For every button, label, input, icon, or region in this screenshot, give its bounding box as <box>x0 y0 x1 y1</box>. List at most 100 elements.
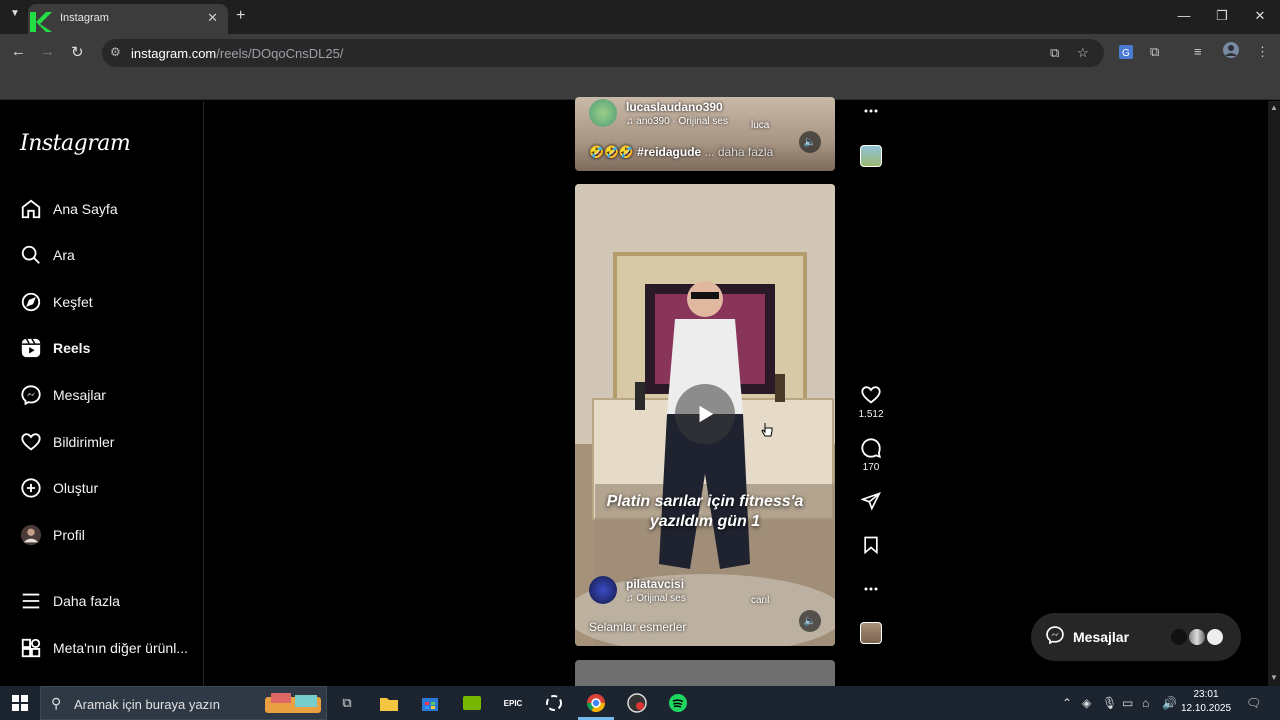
sidebar-item-profile[interactable]: Profil <box>18 518 85 552</box>
site-info-icon[interactable]: ⚙ <box>110 45 121 59</box>
chrome-icon[interactable] <box>585 692 607 714</box>
forward-icon[interactable]: → <box>40 43 55 60</box>
reel-audio[interactable]: ♫ Orijinal ses <box>626 593 686 604</box>
avatar[interactable] <box>589 99 617 127</box>
volume-icon[interactable]: 🔈 <box>799 610 821 632</box>
avatar <box>1187 627 1207 647</box>
browser-toolbar: ← → ↻ ⚙ instagram.com/reels/DOqoCnsDL25/… <box>0 34 1280 72</box>
reel-current[interactable]: Platin sarılar için fitness'a yazıldım g… <box>575 184 835 646</box>
comment-count: 170 <box>862 462 880 473</box>
sidebar-item-label: Bildirimler <box>53 434 115 450</box>
plus-square-icon <box>18 475 44 501</box>
media-control-icon[interactable]: ≡ <box>1194 44 1202 59</box>
url-text[interactable]: instagram.com/reels/DOqoCnsDL25/ <box>131 46 343 61</box>
compass-icon <box>18 289 44 315</box>
sidebar-item-label: Meta'nın diğer ürünl... <box>53 640 188 656</box>
task-view-icon[interactable]: ⧉ <box>336 692 358 714</box>
page-scrollbar[interactable]: ▲ ▼ <box>1268 101 1280 686</box>
home-icon <box>18 196 44 222</box>
epic-games-icon[interactable]: EPIC <box>502 692 524 714</box>
new-tab-icon[interactable]: + <box>236 7 245 25</box>
reel-audio-extra: canl <box>751 595 770 606</box>
store-icon[interactable] <box>419 692 441 714</box>
sidebar-item-meta-products[interactable]: Meta'nın diğer ürünl... <box>18 631 188 665</box>
reel-author[interactable]: pilatavcisi ♫ Orijinal ses <box>589 576 686 604</box>
play-button[interactable] <box>675 384 735 444</box>
like-button[interactable]: 1.512 <box>855 384 887 420</box>
comment-icon <box>861 438 882 459</box>
volume-icon[interactable]: 🔈 <box>799 131 821 153</box>
sidebar-item-label: Ana Sayfa <box>53 201 118 217</box>
sidebar-item-home[interactable]: Ana Sayfa <box>18 192 118 226</box>
profile-avatar[interactable] <box>1222 41 1240 62</box>
sidebar-item-messages[interactable]: Mesajlar <box>18 378 106 412</box>
network-icon[interactable]: ⌂ <box>1142 696 1149 710</box>
reel-username[interactable]: pilatavcisi <box>626 577 686 591</box>
reel-author[interactable]: lucaslaudano390 ♫ ano390 · Orijinal ses <box>589 99 728 127</box>
volume-icon[interactable]: 🔊 <box>1162 696 1177 710</box>
more-link[interactable]: ... daha fazla <box>705 145 774 159</box>
sidebar-item-label: Daha fazla <box>53 593 120 609</box>
heart-icon <box>18 429 44 455</box>
translate-icon[interactable]: G <box>1118 44 1134 63</box>
back-icon[interactable]: ← <box>11 43 26 60</box>
sidebar-item-label: Ara <box>53 247 75 263</box>
app-loader-icon[interactable] <box>543 692 565 714</box>
address-bar[interactable]: ⚙ instagram.com/reels/DOqoCnsDL25/ ⧉ ☆ <box>102 39 1104 67</box>
taskbar-search[interactable]: ⚲ Aramak için buraya yazın <box>40 686 327 720</box>
microphone-icon[interactable]: 🎙 <box>1102 696 1117 710</box>
instagram-logo[interactable]: Instagram <box>20 131 131 156</box>
close-window-icon[interactable]: ✕ <box>1250 8 1270 24</box>
mouse-cursor-icon <box>761 423 773 437</box>
system-clock[interactable]: 23:01 12.10.2025 <box>1180 688 1232 716</box>
sidebar: Instagram Ana Sayfa Ara Keşfet Reels Mes… <box>0 101 204 686</box>
minimize-icon[interactable]: — <box>1174 8 1194 23</box>
battery-icon[interactable]: ▭ <box>1122 696 1133 710</box>
more-options-icon[interactable] <box>855 581 887 597</box>
reel-caption: Selamlar esmerler <box>589 620 687 634</box>
browser-tab[interactable]: 5 Instagram ✕ <box>28 4 228 34</box>
security-icon[interactable]: ◈ <box>1082 696 1091 710</box>
reel-username[interactable]: lucaslaudano390 <box>626 100 728 114</box>
search-icon: ⚲ <box>51 695 62 711</box>
nvidia-icon[interactable] <box>461 692 483 714</box>
comment-button[interactable]: 170 <box>855 437 887 473</box>
apps-icon <box>18 635 44 661</box>
reel-audio[interactable]: ♫ ano390 · Orijinal ses <box>626 116 728 127</box>
sidebar-item-notifications[interactable]: Bildirimler <box>18 425 114 459</box>
bookmark-star-icon[interactable]: ☆ <box>1077 45 1089 61</box>
share-button[interactable] <box>855 491 887 511</box>
tab-close-icon[interactable]: ✕ <box>207 10 218 26</box>
tab-search-icon[interactable]: ▼ <box>10 8 20 19</box>
install-app-icon[interactable]: ⧉ <box>1050 45 1059 61</box>
menu-icon <box>18 588 44 614</box>
spotify-icon[interactable] <box>667 692 689 714</box>
more-options-icon[interactable] <box>855 103 887 119</box>
file-explorer-icon[interactable] <box>378 692 400 714</box>
tray-chevron-icon[interactable]: ⌃ <box>1062 696 1072 710</box>
messenger-icon <box>1045 625 1065 650</box>
sidebar-item-explore[interactable]: Keşfet <box>18 285 93 319</box>
audio-thumbnail[interactable] <box>855 145 887 167</box>
messages-pill[interactable]: Mesajlar <box>1031 613 1241 661</box>
windows-start-icon[interactable] <box>9 692 31 714</box>
avatar[interactable] <box>589 576 617 604</box>
sidebar-item-search[interactable]: Ara <box>18 238 75 272</box>
avatar <box>1169 627 1189 647</box>
browser-tab-bar: ▼ 5 Instagram ✕ + — ❐ ✕ <box>0 0 1280 34</box>
kebab-menu-icon[interactable]: ⋮ <box>1256 44 1269 60</box>
sidebar-item-more[interactable]: Daha fazla <box>18 584 120 618</box>
like-count: 1.512 <box>858 409 884 420</box>
reload-icon[interactable]: ↻ <box>71 43 84 61</box>
extensions-icon[interactable]: ⧉ <box>1150 44 1159 60</box>
notifications-icon[interactable]: 🗨 <box>1246 696 1261 710</box>
sidebar-item-create[interactable]: Oluştur <box>18 471 98 505</box>
bookmark-icon <box>864 536 878 555</box>
heart-icon <box>861 386 881 404</box>
audio-thumbnail[interactable] <box>855 622 887 644</box>
sidebar-item-reels[interactable]: Reels <box>18 331 90 365</box>
reel-previous[interactable]: lucaslaudano390 ♫ ano390 · Orijinal ses … <box>575 97 835 171</box>
save-button[interactable] <box>855 535 887 555</box>
maximize-icon[interactable]: ❐ <box>1212 8 1232 24</box>
chrome-profile-icon[interactable] <box>626 692 648 714</box>
